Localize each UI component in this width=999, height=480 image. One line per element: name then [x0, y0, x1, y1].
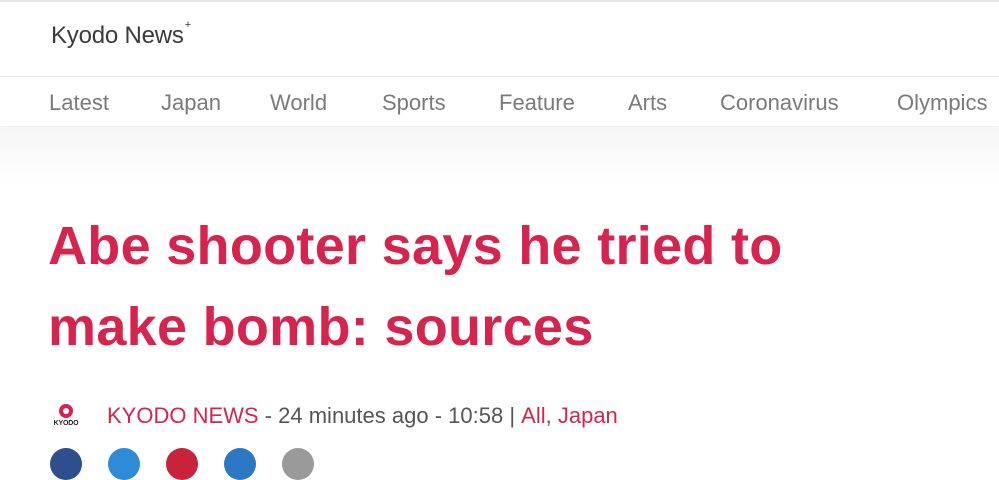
nav-item-arts[interactable]: Arts [628, 90, 667, 116]
nav-item-coronavirus[interactable]: Coronavirus [720, 90, 839, 116]
byline-separator: - [258, 403, 279, 428]
headline-line-2: make bomb: sources [48, 297, 594, 357]
nav-item-sports[interactable]: Sports [382, 90, 446, 116]
share-button-twitter-icon[interactable] [108, 448, 140, 480]
byline-source-link[interactable]: KYODO NEWS [107, 403, 259, 429]
header-shadow-band [0, 128, 999, 188]
byline-pipe: | [503, 403, 522, 428]
byline-time: 10:58 [448, 403, 504, 428]
kyodo-logo-mark [59, 404, 73, 418]
site-header: Kyodo News+ [0, 2, 999, 77]
site-logo-plus: + [184, 19, 191, 31]
article-byline: KYODO KYODO NEWS - 24 minutes ago - 10:5… [51, 400, 618, 432]
nav-item-feature[interactable]: Feature [499, 90, 575, 116]
category-link-all[interactable]: All [521, 403, 545, 429]
article-headline: Abe shooter says he tried to make bomb: … [48, 206, 978, 368]
share-button-linkedin-icon[interactable] [224, 448, 256, 480]
category-link-japan[interactable]: Japan [558, 403, 618, 429]
share-button-facebook-icon[interactable] [50, 448, 82, 480]
site-logo[interactable]: Kyodo News+ [51, 19, 191, 50]
byline-separator: - [428, 403, 449, 428]
nav-item-world[interactable]: World [270, 90, 327, 116]
main-nav: Latest Japan World Sports Feature Arts C… [0, 77, 999, 127]
kyodo-logo-text: KYODO [53, 420, 79, 427]
nav-item-olympics[interactable]: Olympics [897, 90, 987, 116]
share-buttons [50, 448, 340, 480]
site-logo-text: Kyodo News [51, 22, 184, 49]
share-button-email-icon[interactable] [282, 448, 314, 480]
byline-comma: , [545, 403, 558, 428]
headline-line-1: Abe shooter says he tried to [48, 216, 783, 276]
nav-item-japan[interactable]: Japan [161, 90, 221, 116]
kyodo-logo-icon: KYODO [51, 402, 79, 430]
nav-item-latest[interactable]: Latest [49, 90, 109, 116]
share-button-pinterest-icon[interactable] [166, 448, 198, 480]
byline-time-ago: 24 minutes ago [278, 403, 429, 428]
